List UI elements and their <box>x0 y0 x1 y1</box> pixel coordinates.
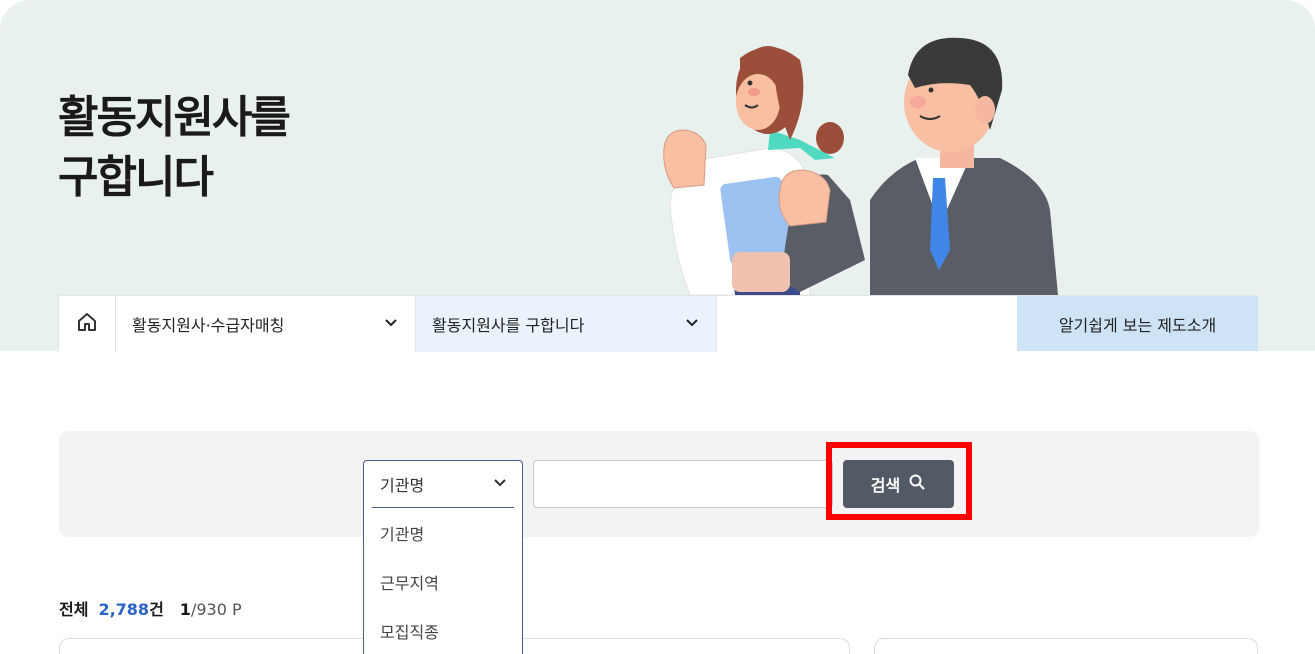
home-icon <box>76 311 98 337</box>
select-option[interactable]: 모집직종 <box>364 606 522 654</box>
nav-menu-recruit[interactable]: 활동지원사를 구합니다 <box>416 296 717 352</box>
search-button-label: 검색 <box>870 476 901 495</box>
search-category-select[interactable]: 기관명 기관명 근무지역 모집직종 <box>363 460 523 654</box>
result-count: 전체 2,788 건 1 /930 P <box>59 596 242 620</box>
select-option[interactable]: 근무지역 <box>364 557 522 606</box>
nav-menu-matching-label: 활동지원사·수급자매칭 <box>132 316 285 335</box>
hero-illustration <box>663 37 1058 295</box>
nav-spacer <box>717 296 1017 351</box>
page-current: 1 <box>179 600 191 619</box>
total-count: 2,788 <box>98 600 150 619</box>
chevron-down-icon <box>684 314 700 334</box>
search-button[interactable]: 검색 <box>843 460 954 508</box>
search-input[interactable] <box>533 460 833 508</box>
breadcrumb-nav: 활동지원사·수급자매칭 활동지원사를 구합니다 알기쉽게 보는 제도소개 <box>58 295 1258 352</box>
page-title-line2: 구합니다 <box>58 152 214 203</box>
select-current-label: 기관명 <box>380 476 425 495</box>
page-total: /930 P <box>190 600 242 619</box>
system-intro-link[interactable]: 알기쉽게 보는 제도소개 <box>1017 296 1258 351</box>
search-icon <box>908 473 926 495</box>
nav-menu-matching[interactable]: 활동지원사·수급자매칭 <box>116 296 416 352</box>
nav-menu-recruit-label: 활동지원사를 구합니다 <box>432 316 585 335</box>
page-title: 활동지원사를 구합니다 <box>58 88 291 208</box>
chevron-down-icon <box>383 314 399 334</box>
chevron-down-icon <box>492 474 508 494</box>
total-unit: 건 <box>149 600 164 619</box>
page-title-line1: 활동지원사를 <box>58 92 291 143</box>
total-label: 전체 <box>59 600 89 619</box>
select-option[interactable]: 기관명 <box>364 508 522 557</box>
result-card[interactable] <box>874 638 1258 654</box>
home-button[interactable] <box>58 296 116 352</box>
select-current[interactable]: 기관명 <box>372 461 514 508</box>
